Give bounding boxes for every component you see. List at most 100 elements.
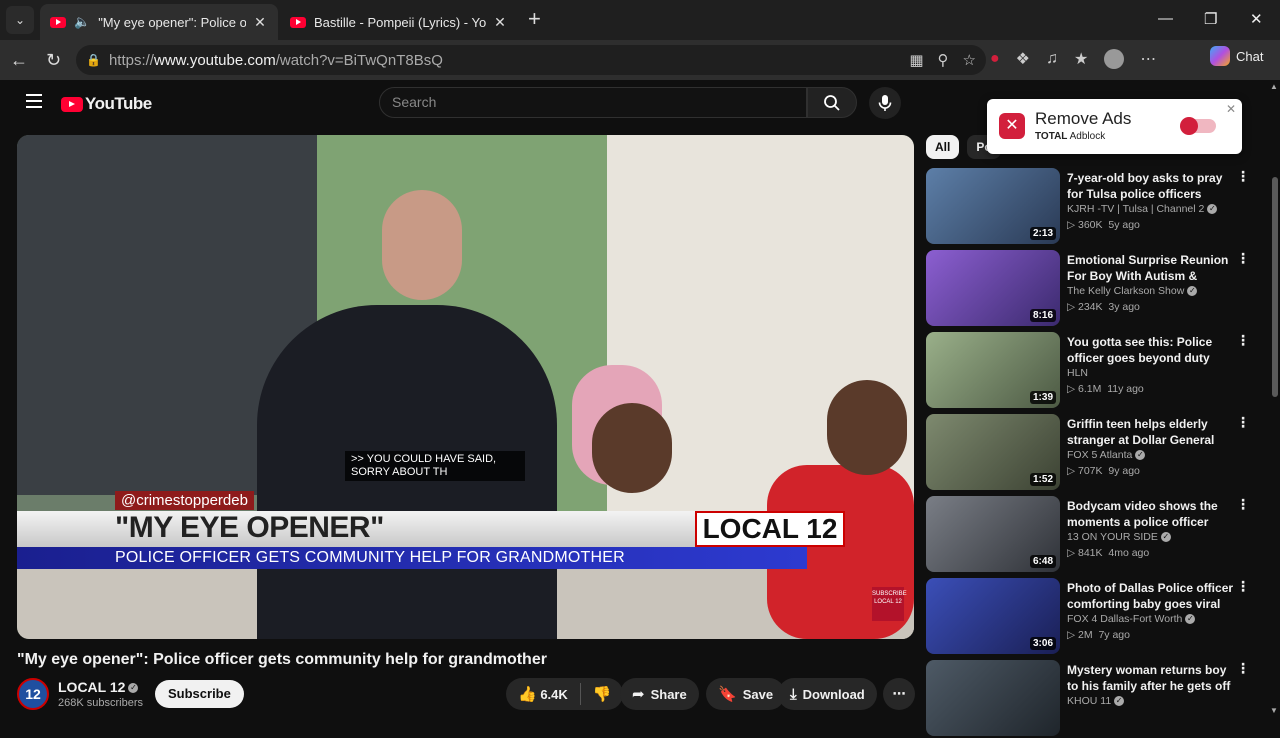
channel-name[interactable]: LOCAL 12 ✓ xyxy=(58,679,139,695)
favorite-star-icon[interactable]: ☆ xyxy=(963,51,976,69)
site-info-icon[interactable]: 🔒 xyxy=(86,53,101,67)
tab-list-button[interactable]: ⌄ xyxy=(6,6,34,34)
duration-badge: 1:39 xyxy=(1029,391,1056,404)
related-video-title[interactable]: Griffin teen helps elderly stranger at D… xyxy=(1067,416,1235,448)
voice-search-button[interactable] xyxy=(869,87,901,119)
favorites-icon[interactable]: ★ xyxy=(1074,49,1088,69)
video-thumbnail[interactable]: 3:06 xyxy=(926,578,1060,654)
tab-active[interactable]: 🔈 "My eye opener": Police officer gets c… xyxy=(40,4,278,40)
like-dislike-group: 👍 6.4K 👎 xyxy=(506,678,624,710)
download-icon: ⤓ xyxy=(790,685,797,703)
video-thumbnail[interactable]: 1:52 xyxy=(926,414,1060,490)
subscribe-watermark[interactable]: SUBSCRIBE LOCAL 12 xyxy=(872,587,907,621)
chevron-down-icon: ⌄ xyxy=(14,13,26,27)
related-channel-name[interactable]: The Kelly Clarkson Show ✓ xyxy=(1067,285,1198,297)
more-options-icon[interactable]: ⋯ xyxy=(1140,49,1156,69)
related-video-item[interactable]: 3:06 Photo of Dallas Police officer comfo… xyxy=(926,578,1256,656)
tab-title: Bastille - Pompeii (Lyrics) - YouTube xyxy=(314,14,486,30)
video-thumbnail[interactable]: 8:16 xyxy=(926,250,1060,326)
video-thumbnail[interactable]: 2:13 xyxy=(926,168,1060,244)
closed-caption: >> YOU COULD HAVE SAID, SORRY ABOUT TH xyxy=(345,451,525,481)
video-thumbnail[interactable]: 1:39 xyxy=(926,332,1060,408)
adblock-x-icon: ✕ xyxy=(999,113,1025,139)
station-logo: LOCAL 12 xyxy=(695,511,845,547)
browser-tab-strip: ⌄ 🔈 "My eye opener": Police officer gets… xyxy=(0,0,1280,40)
search-button[interactable] xyxy=(807,87,857,118)
related-video-item[interactable]: 6:48 Bodycam video shows the moments a po… xyxy=(926,496,1256,574)
more-vertical-icon[interactable]: ⋮ xyxy=(1236,578,1250,595)
restore-button[interactable]: ❐ xyxy=(1204,10,1217,28)
close-tab-icon[interactable]: ✕ xyxy=(492,14,508,31)
close-icon[interactable]: ✕ xyxy=(1226,102,1236,116)
more-vertical-icon[interactable]: ⋮ xyxy=(1236,496,1250,513)
address-toolbar: ← ↻ 🔒 https://www.youtube.com/watch?v=Bi… xyxy=(0,40,1280,80)
youtube-logo[interactable]: YouTube xyxy=(61,94,152,114)
like-button[interactable]: 👍 6.4K xyxy=(518,685,568,703)
related-video-title[interactable]: Emotional Surprise Reunion For Boy With … xyxy=(1067,252,1235,284)
more-vertical-icon[interactable]: ⋮ xyxy=(1236,332,1250,349)
related-channel-name[interactable]: 13 ON YOUR SIDE ✓ xyxy=(1067,531,1171,543)
related-video-title[interactable]: Bodycam video shows the moments a police… xyxy=(1067,498,1235,530)
related-video-title[interactable]: Photo of Dallas Police officer comfortin… xyxy=(1067,580,1235,612)
related-video-title[interactable]: You gotta see this: Police officer goes … xyxy=(1067,334,1235,366)
close-tab-icon[interactable]: ✕ xyxy=(252,14,268,31)
adblock-extension-icon[interactable]: ● xyxy=(990,50,1000,68)
more-vertical-icon[interactable]: ⋮ xyxy=(1236,168,1250,185)
video-player[interactable]: >> YOU COULD HAVE SAID, SORRY ABOUT TH @… xyxy=(17,135,914,639)
adblock-toggle[interactable] xyxy=(1180,117,1216,135)
related-channel-name[interactable]: HLN xyxy=(1067,367,1088,379)
related-channel-name[interactable]: FOX 5 Atlanta ✓ xyxy=(1067,449,1146,461)
related-video-title[interactable]: 7-year-old boy asks to pray for Tulsa po… xyxy=(1067,170,1235,202)
thumbs-down-icon[interactable]: 👎 xyxy=(593,685,612,703)
close-window-button[interactable]: ✕ xyxy=(1250,10,1263,28)
search-input[interactable]: Search xyxy=(379,87,807,118)
profile-avatar[interactable] xyxy=(1104,49,1125,69)
save-button[interactable]: 🔖 Save xyxy=(706,678,786,710)
related-video-item[interactable]: 1:39 You gotta see this: Police officer g… xyxy=(926,332,1256,410)
speaker-icon[interactable]: 🔈 xyxy=(74,14,90,30)
minimize-button[interactable]: — xyxy=(1158,10,1173,27)
related-channel-name[interactable]: KHOU 11 ✓ xyxy=(1067,695,1125,707)
app-available-icon[interactable]: ▦ xyxy=(909,51,923,69)
share-button[interactable]: ➦ Share xyxy=(620,678,699,710)
share-label: Share xyxy=(650,686,687,702)
share-icon: ➦ xyxy=(632,686,645,703)
scroll-up-arrow[interactable]: ▲ xyxy=(1270,82,1278,91)
thumbs-up-icon: 👍 xyxy=(518,686,537,703)
related-video-item[interactable]: 1:52 Griffin teen helps elderly stranger … xyxy=(926,414,1256,492)
more-actions-button[interactable]: ⋯ xyxy=(883,678,915,710)
back-button[interactable]: ← xyxy=(10,50,28,71)
zoom-icon[interactable]: ⚲ xyxy=(938,51,949,69)
extensions-icon[interactable]: ❖ xyxy=(1016,49,1030,69)
scrollbar-thumb[interactable] xyxy=(1272,177,1278,397)
video-title: "My eye opener": Police officer gets com… xyxy=(17,651,547,668)
duration-badge: 6:48 xyxy=(1029,555,1056,568)
tab-inactive[interactable]: Bastille - Pompeii (Lyrics) - YouTube ✕ xyxy=(280,4,518,40)
video-thumbnail[interactable] xyxy=(926,660,1060,736)
youtube-page: YouTube Search >> YOU COULD HAVE SAID, S… xyxy=(6,82,1278,736)
new-tab-button[interactable]: + xyxy=(528,8,541,30)
related-video-meta: ▷ 234K 3y ago xyxy=(1067,301,1140,313)
related-video-title[interactable]: Mystery woman returns boy to his family … xyxy=(1067,662,1235,694)
copilot-chat-button[interactable]: Chat xyxy=(1210,46,1263,66)
channel-avatar[interactable]: 12 xyxy=(17,678,49,710)
more-vertical-icon[interactable]: ⋮ xyxy=(1236,660,1250,677)
related-channel-name[interactable]: KJRH -TV | Tulsa | Channel 2 ✓ xyxy=(1067,203,1218,215)
subscribe-button[interactable]: Subscribe xyxy=(155,680,244,708)
media-control-icon[interactable]: ♫ xyxy=(1046,50,1058,68)
chip-all[interactable]: All xyxy=(926,135,960,159)
video-thumbnail[interactable]: 6:48 xyxy=(926,496,1060,572)
related-video-item[interactable]: 8:16 Emotional Surprise Reunion For Boy W… xyxy=(926,250,1256,328)
related-video-item[interactable]: 2:13 7-year-old boy asks to pray for Tuls… xyxy=(926,168,1256,246)
related-channel-name[interactable]: FOX 4 Dallas-Fort Worth ✓ xyxy=(1067,613,1196,625)
more-vertical-icon[interactable]: ⋮ xyxy=(1236,250,1250,267)
reload-button[interactable]: ↻ xyxy=(46,50,61,71)
youtube-play-icon xyxy=(61,96,83,112)
video-child-figure xyxy=(592,403,672,493)
related-video-item[interactable]: Mystery woman returns boy to his family … xyxy=(926,660,1256,738)
scroll-down-arrow[interactable]: ▼ xyxy=(1270,706,1278,715)
address-bar[interactable]: 🔒 https://www.youtube.com/watch?v=BiTwQn… xyxy=(76,45,986,75)
menu-icon[interactable] xyxy=(26,94,42,108)
download-button[interactable]: ⤓ Download xyxy=(778,678,877,710)
more-vertical-icon[interactable]: ⋮ xyxy=(1236,414,1250,431)
